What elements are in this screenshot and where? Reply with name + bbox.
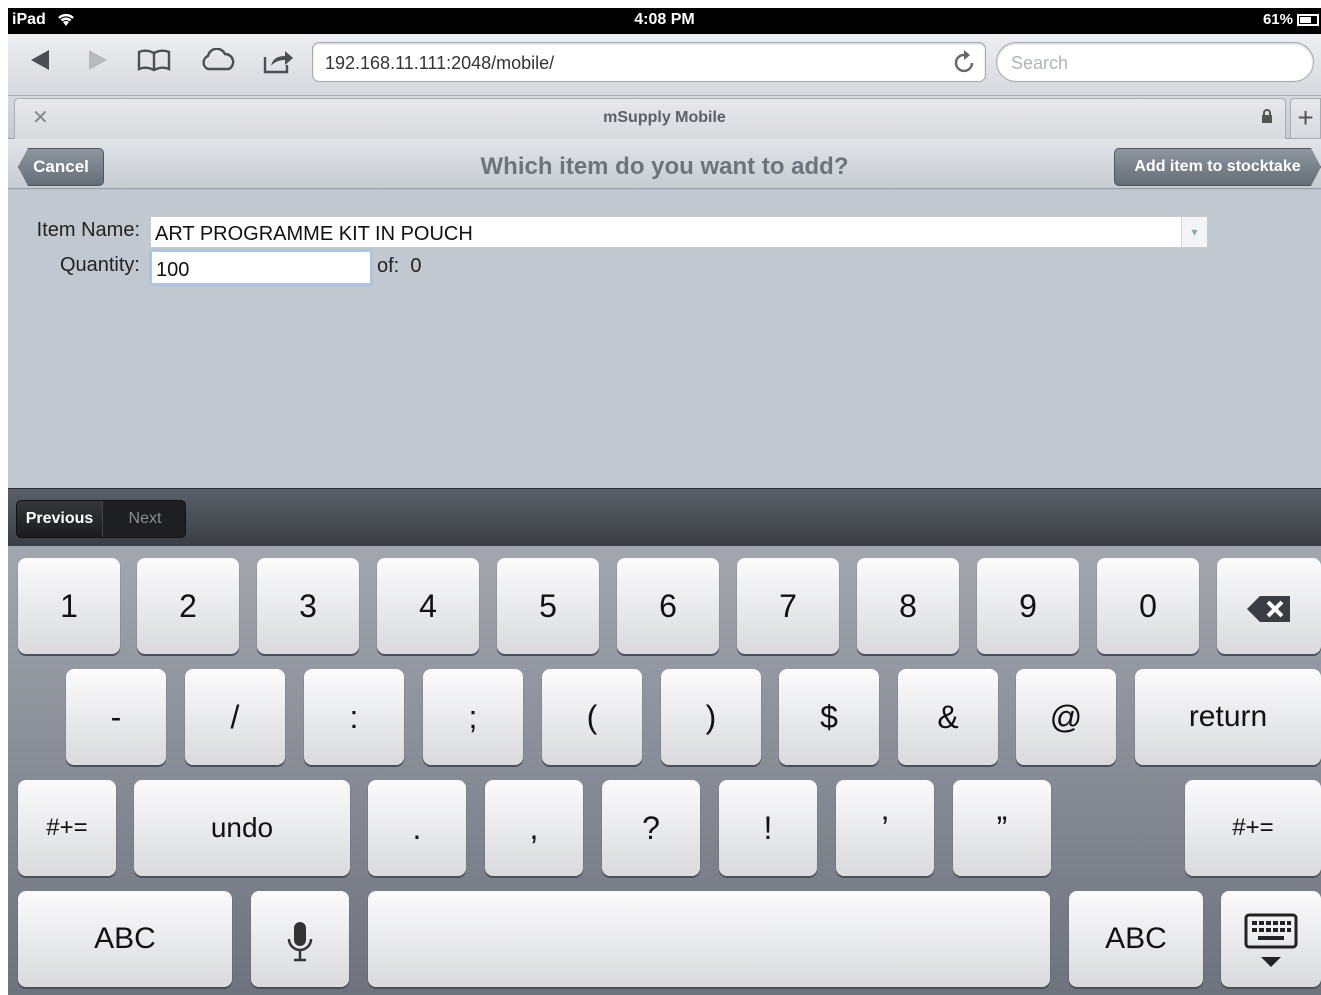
quantity-label: Quantity: <box>59 254 140 276</box>
key-apostrophe[interactable]: ’ <box>836 780 934 876</box>
next-button[interactable]: Next <box>103 501 185 537</box>
key-slash[interactable]: / <box>185 669 285 765</box>
key-comma[interactable]: , <box>485 780 583 876</box>
key-hyphen[interactable]: - <box>66 669 166 765</box>
abc-key-left[interactable]: ABC <box>18 891 232 987</box>
dictation-key[interactable] <box>251 891 349 987</box>
key-open-paren[interactable]: ( <box>542 669 642 765</box>
lock-icon <box>1261 109 1273 123</box>
url-text: 192.168.11.111:2048/mobile/ <box>325 53 555 73</box>
space-key[interactable] <box>368 891 1050 987</box>
keyboard: 1 2 3 4 5 6 7 8 9 0 - / : ; ( ) $ & @ re… <box>8 546 1321 995</box>
keyboard-dismiss-icon <box>1244 913 1298 967</box>
key-4[interactable]: 4 <box>377 558 479 654</box>
tab-title: mSupply Mobile <box>603 109 726 126</box>
chevron-down-icon[interactable]: ▾ <box>1181 217 1207 247</box>
key-question[interactable]: ? <box>602 780 700 876</box>
more-symbols-key-left[interactable]: #+= <box>18 780 116 876</box>
new-tab-icon[interactable]: + <box>1290 98 1321 139</box>
key-period[interactable]: . <box>368 780 466 876</box>
key-dollar[interactable]: $ <box>779 669 879 765</box>
form-assistant-bar: Previous Next <box>8 488 1321 546</box>
tab-bar: ✕ mSupply Mobile + <box>8 96 1321 139</box>
more-symbols-key-right[interactable]: #+= <box>1185 780 1321 876</box>
of-label: of: <box>377 255 400 277</box>
hide-keyboard-key[interactable] <box>1221 891 1321 987</box>
form-area: Item Name: ART PROGRAMME KIT IN POUCH ▾ … <box>8 190 1321 488</box>
key-3[interactable]: 3 <box>257 558 359 654</box>
quantity-value: 100 <box>156 259 190 281</box>
quantity-input[interactable]: 100 <box>150 250 372 285</box>
key-colon[interactable]: : <box>304 669 404 765</box>
key-6[interactable]: 6 <box>617 558 719 654</box>
battery-icon <box>1297 14 1319 26</box>
icloud-tabs-icon[interactable] <box>198 48 238 78</box>
key-close-paren[interactable]: ) <box>661 669 761 765</box>
reload-icon[interactable] <box>953 49 977 82</box>
key-semicolon[interactable]: ; <box>423 669 523 765</box>
ipad-screen: iPad 4:08 PM 61% 192.168.11.111:2048/mob… <box>8 8 1321 995</box>
key-2[interactable]: 2 <box>137 558 239 654</box>
forward-icon[interactable] <box>78 48 118 78</box>
search-placeholder: Search <box>1011 53 1069 73</box>
key-at[interactable]: @ <box>1016 669 1116 765</box>
add-item-button[interactable]: Add item to stocktake <box>1114 148 1321 186</box>
microphone-icon <box>287 921 313 961</box>
backspace-key[interactable] <box>1217 558 1321 654</box>
key-8[interactable]: 8 <box>857 558 959 654</box>
key-quote[interactable]: ” <box>953 780 1051 876</box>
key-0[interactable]: 0 <box>1097 558 1199 654</box>
key-7[interactable]: 7 <box>737 558 839 654</box>
search-field[interactable]: Search <box>996 42 1314 82</box>
return-key[interactable]: return <box>1135 669 1321 765</box>
bookmarks-icon[interactable] <box>134 48 174 78</box>
abc-key-right[interactable]: ABC <box>1069 891 1203 987</box>
back-icon[interactable] <box>20 48 60 78</box>
item-name-value: ART PROGRAMME KIT IN POUCH <box>155 223 473 245</box>
undo-key[interactable]: undo <box>134 780 350 876</box>
key-ampersand[interactable]: & <box>898 669 998 765</box>
key-exclamation[interactable]: ! <box>719 780 817 876</box>
item-name-label: Item Name: <box>36 219 140 241</box>
item-name-select[interactable]: ART PROGRAMME KIT IN POUCH ▾ <box>150 216 1208 248</box>
share-icon[interactable] <box>258 48 298 78</box>
key-1[interactable]: 1 <box>18 558 120 654</box>
address-bar[interactable]: 192.168.11.111:2048/mobile/ <box>312 42 986 82</box>
status-bar: iPad 4:08 PM 61% <box>8 8 1321 34</box>
page-header: Cancel Which item do you want to add? Ad… <box>8 139 1321 189</box>
clock: 4:08 PM <box>634 11 695 28</box>
of-value: 0 <box>410 255 422 277</box>
battery-percent: 61% <box>1262 11 1293 28</box>
previous-button[interactable]: Previous <box>17 501 103 537</box>
backspace-icon <box>1246 588 1292 624</box>
browser-toolbar: 192.168.11.111:2048/mobile/ Search <box>8 34 1321 96</box>
prev-next-control: Previous Next <box>16 500 186 538</box>
key-5[interactable]: 5 <box>497 558 599 654</box>
key-9[interactable]: 9 <box>977 558 1079 654</box>
of-total: of: 0 <box>377 255 422 278</box>
